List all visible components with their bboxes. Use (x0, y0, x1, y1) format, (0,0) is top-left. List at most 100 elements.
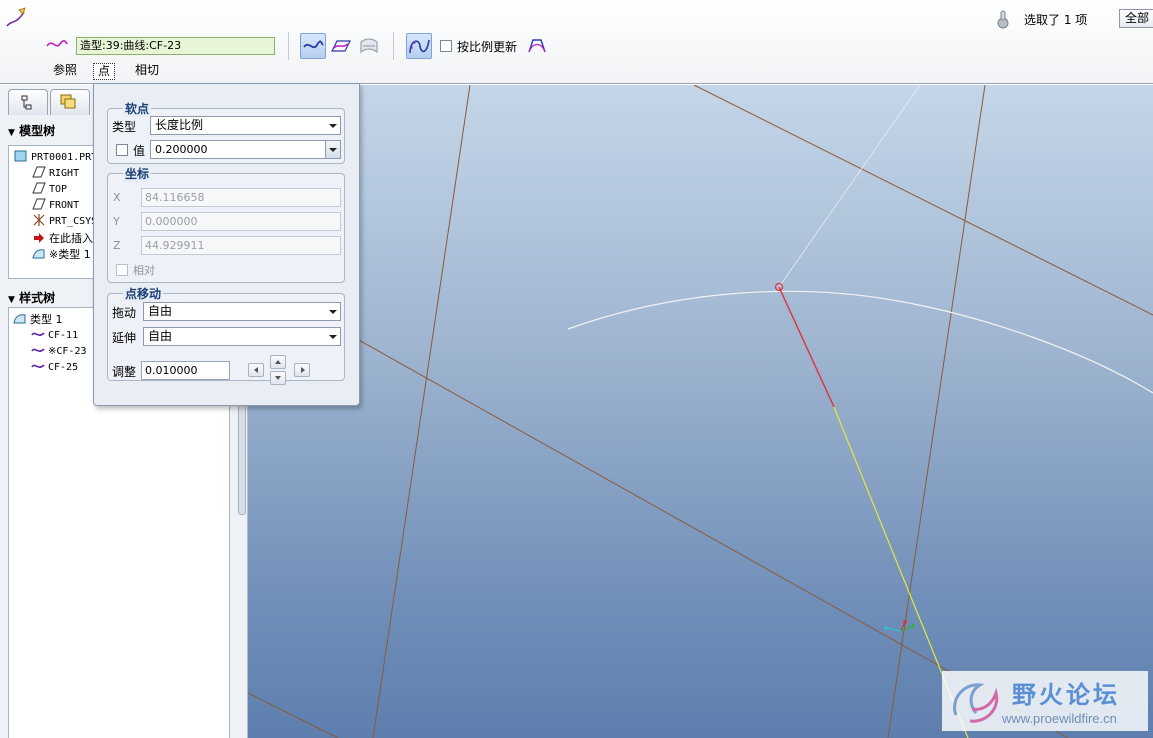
curvature-icon (409, 39, 430, 54)
panel-resize-handle[interactable] (238, 405, 246, 515)
arrow-up-icon (275, 360, 281, 364)
surface-curve-icon (360, 38, 378, 54)
curvature-button[interactable] (406, 33, 432, 59)
tab-point[interactable]: 点 (93, 63, 116, 80)
curve-options-button[interactable] (524, 33, 550, 59)
y-coordinate-field: 0.000000 (141, 212, 341, 231)
style-tree-title: 样式树 (19, 291, 56, 305)
x-coordinate-field: 84.116658 (141, 188, 341, 207)
value-checkbox[interactable] (116, 144, 128, 156)
style-tree-item-cf11[interactable]: CF-11 (31, 328, 78, 341)
free-curve-icon (303, 40, 324, 49)
csys-icon (32, 214, 46, 226)
part-icon (14, 150, 28, 162)
drag-label: 拖动 (112, 306, 137, 320)
scale-update-checkbox[interactable] (440, 40, 452, 52)
extend-mode-dropdown[interactable]: 自由 (143, 327, 341, 346)
tree-item-front[interactable]: FRONT (32, 198, 79, 211)
curve-cf-25 (778, 85, 921, 288)
model-geometry (248, 85, 1153, 738)
y-label: Y (113, 215, 120, 228)
nudge-down-button[interactable] (270, 371, 286, 385)
planar-curve-button[interactable] (328, 33, 354, 59)
tree-item-top[interactable]: TOP (32, 182, 67, 195)
soft-point-title: 软点 (123, 100, 152, 117)
relative-label: 相对 (133, 264, 155, 277)
insert-arrow-icon (32, 232, 46, 244)
toolbar-separator (393, 32, 394, 60)
point-panel: 软点 类型 长度比例 值 0.200000 坐标 X 84.116658 Y 0… (93, 83, 360, 406)
tree-item-style-feature[interactable]: ※类型 1 (32, 246, 91, 262)
datum-plane-edge (248, 692, 339, 738)
style-tree-header[interactable]: ▼ 样式树 (8, 289, 55, 306)
curve-cf-11 (567, 290, 1153, 394)
arrow-left-icon (254, 367, 258, 373)
curve-icon (46, 36, 68, 52)
forum-logo-icon (953, 683, 999, 723)
csys-z-axis (885, 627, 902, 632)
chevron-down-icon (329, 148, 337, 152)
forum-watermark: 野火论坛 www.proewildfire.cn (942, 671, 1148, 731)
style-tree-item-cf23[interactable]: ※CF-23 (31, 344, 86, 357)
tree-item-right[interactable]: RIGHT (32, 166, 79, 179)
type-label: 类型 (112, 120, 137, 134)
model-tree-tab[interactable] (8, 89, 48, 115)
drag-mode-dropdown[interactable]: 自由 (143, 302, 341, 321)
nudge-left-button[interactable] (248, 363, 264, 377)
selection-filter-dropdown[interactable]: 全部 (1119, 9, 1153, 28)
style-feature-icon (13, 313, 27, 325)
nudge-up-button[interactable] (270, 355, 286, 369)
style-dashboard: 造型:39:曲线:CF-23 按比例更新 选取了 1 项 全部 参照 点 相切 (0, 0, 1153, 84)
z-coordinate-field: 44.929911 (141, 236, 341, 255)
datum-plane-icon (32, 182, 46, 194)
relative-checkbox (116, 264, 128, 276)
soft-point-type-dropdown[interactable]: 长度比例 (150, 116, 341, 135)
tree-item-insert-here[interactable]: 在此插入 (32, 230, 93, 246)
cos-curve-button[interactable] (356, 33, 382, 59)
chevron-down-icon (329, 124, 337, 128)
datum-plane-edge (372, 85, 471, 738)
adjust-label: 调整 (112, 365, 137, 379)
value-label: 值 (133, 144, 146, 158)
selection-filter-icon (996, 9, 1010, 29)
datum-plane-edge (887, 85, 986, 738)
layer-tree-tab[interactable] (50, 89, 90, 115)
coordinates-title: 坐标 (123, 165, 152, 182)
arrow-down-icon (275, 376, 281, 380)
datum-plane-edge (693, 85, 1153, 316)
nudge-right-button[interactable] (294, 363, 310, 377)
toolbar-separator (288, 32, 289, 60)
chevron-down-icon (329, 310, 337, 314)
model-tree-icon (21, 95, 32, 110)
style-tree-item-type[interactable]: 类型 1 (13, 311, 63, 327)
datum-plane-icon (32, 166, 46, 178)
value-dropdown-button[interactable] (325, 141, 340, 158)
arrow-right-icon (301, 367, 305, 373)
style-tool-icon (4, 6, 28, 30)
watermark-url: www.proewildfire.cn (1002, 711, 1117, 726)
style-tree-item-cf25[interactable]: CF-25 (31, 360, 78, 373)
tab-references[interactable]: 参照 (49, 63, 81, 80)
coordinates-group: 坐标 X 84.116658 Y 0.000000 Z 44.929911 相对 (107, 165, 345, 283)
planar-curve-icon (331, 40, 351, 52)
selection-status: 选取了 1 项 (1024, 13, 1088, 27)
x-label: X (113, 191, 121, 204)
curve-icon (31, 360, 45, 372)
chevron-down-icon (329, 335, 337, 339)
graphics-viewport[interactable] (248, 85, 1153, 738)
model-tree-header[interactable]: ▼ 模型树 (8, 122, 55, 139)
z-label: Z (113, 239, 121, 252)
scale-update-label: 按比例更新 (457, 40, 518, 54)
tree-item-part[interactable]: PRT0001.PRT (14, 150, 97, 163)
control-polygon-icon (528, 39, 546, 53)
curve-reference-field[interactable]: 造型:39:曲线:CF-23 (76, 37, 275, 55)
point-move-group: 点移动 拖动 自由 延伸 自由 调整 0.010000 (107, 285, 345, 385)
layers-icon (60, 94, 76, 109)
adjust-step-input[interactable]: 0.010000 (141, 361, 230, 380)
curve-icon (31, 328, 45, 340)
free-curve-button[interactable] (300, 33, 326, 59)
soft-point-value-input[interactable]: 0.200000 (150, 140, 341, 159)
tab-tangency[interactable]: 相切 (131, 63, 163, 80)
curve-icon (31, 344, 45, 356)
curve-cf-23-active (778, 286, 835, 408)
